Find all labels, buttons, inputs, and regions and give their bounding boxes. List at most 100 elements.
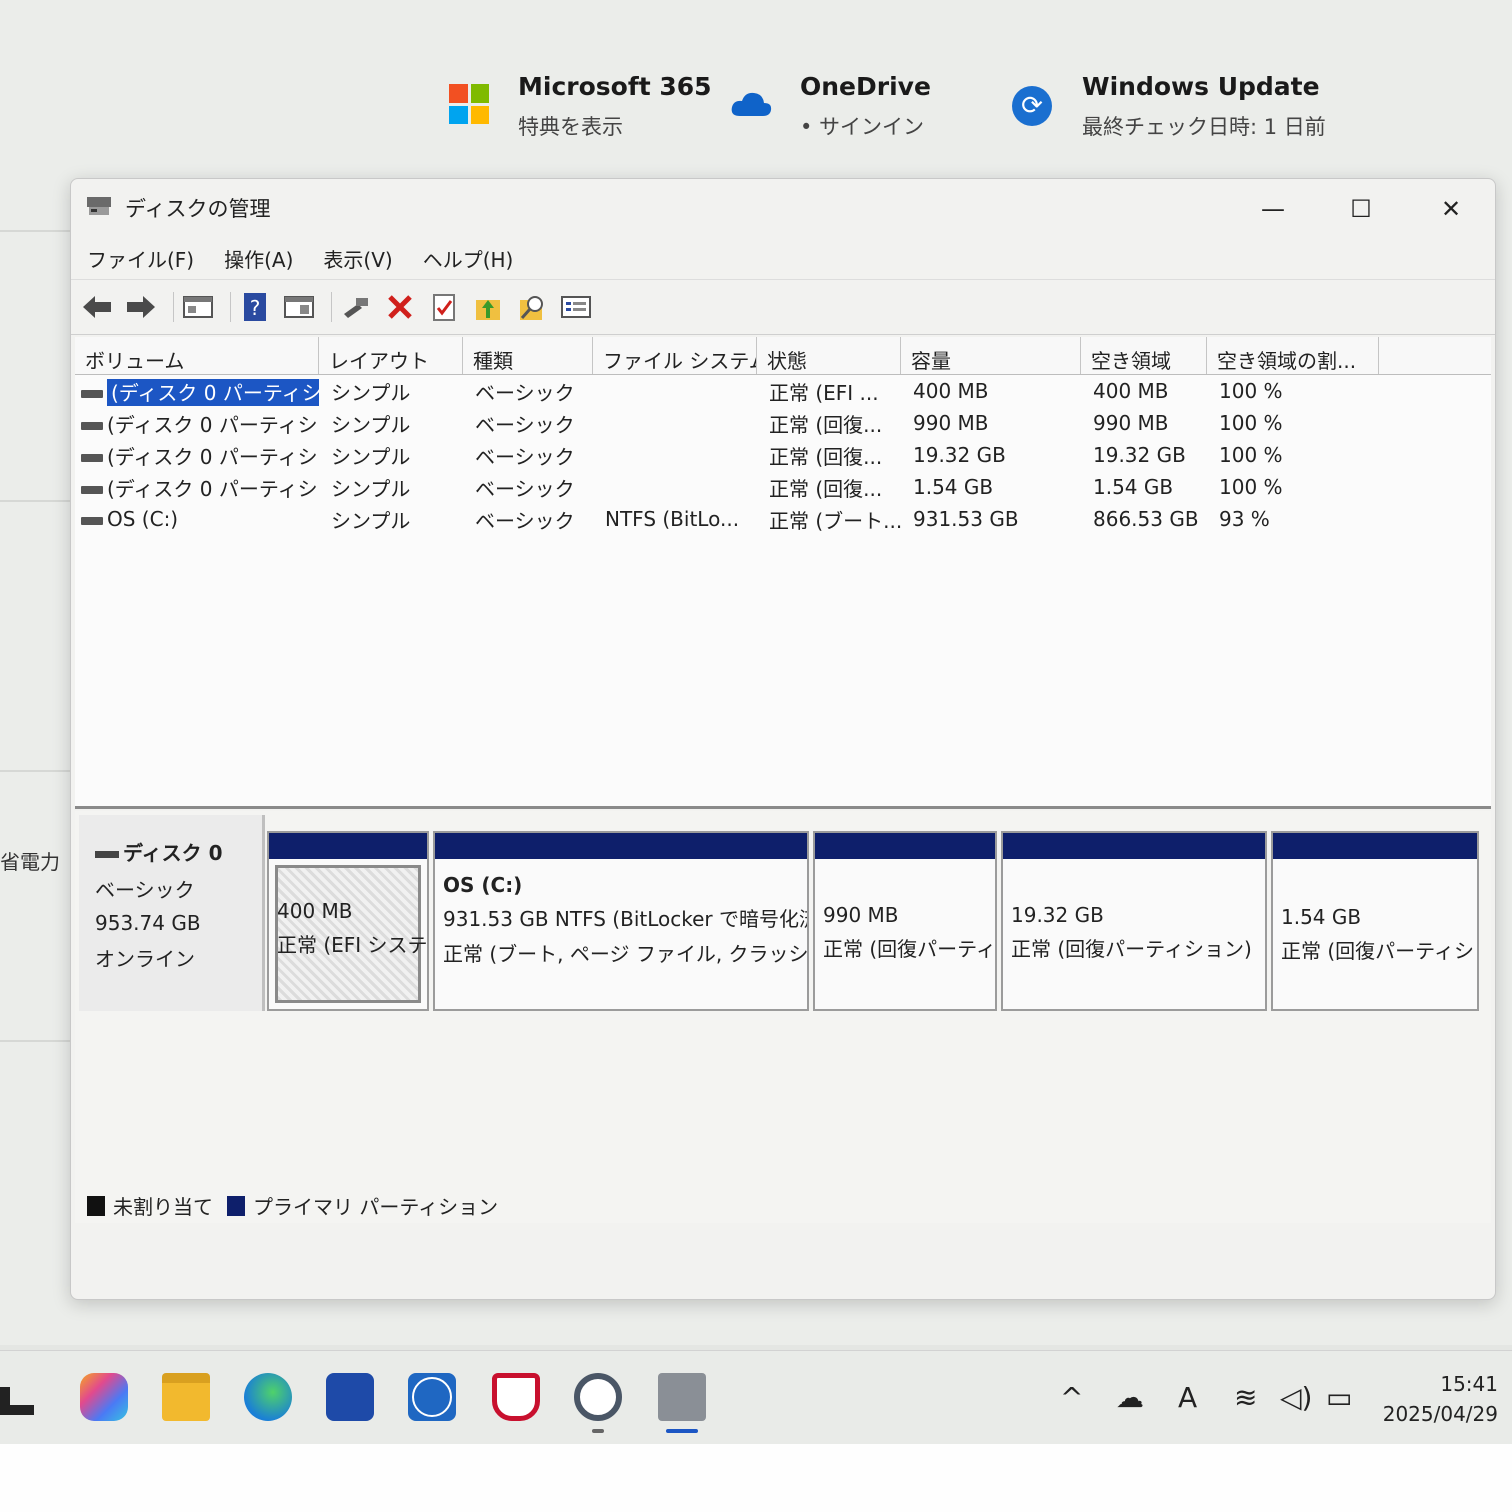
ime-mode-icon[interactable]: A bbox=[1178, 1381, 1197, 1414]
disk-0-label[interactable]: ディスク 0 ベーシック 953.74 GB オンライン bbox=[79, 815, 265, 1011]
mcafee-icon[interactable] bbox=[492, 1373, 540, 1421]
menu-help[interactable]: ヘルプ(H) bbox=[423, 244, 514, 273]
power-saving-label: 省電力 bbox=[0, 850, 60, 874]
properties-icon[interactable] bbox=[281, 289, 317, 325]
promo-title: OneDrive bbox=[800, 72, 931, 101]
partition-bar bbox=[1003, 833, 1265, 859]
volume-row[interactable]: OS (C:) シンプル ベーシック NTFS (BitLo... 正常 (ブー… bbox=[75, 503, 1491, 535]
partition-text: 990 MB 正常 (回復パーティ bbox=[815, 859, 995, 962]
promo-title: Windows Update bbox=[1082, 72, 1320, 101]
column-capacity[interactable]: 容量 bbox=[901, 337, 1081, 374]
maximize-button[interactable]: ☐ bbox=[1341, 189, 1381, 229]
microsoft-store-icon[interactable] bbox=[326, 1373, 374, 1421]
menu-action[interactable]: 操作(A) bbox=[224, 244, 293, 273]
volume-layout: シンプル bbox=[331, 508, 411, 533]
legend-primary-swatch bbox=[227, 1195, 245, 1216]
windows-update-promo[interactable]: Windows Update 最終チェック日時: 1 日前 bbox=[1082, 72, 1326, 141]
volume-name-cell: (ディスク 0 パーティショ... bbox=[75, 409, 319, 438]
copilot-icon[interactable] bbox=[80, 1373, 128, 1421]
connect-icon[interactable] bbox=[338, 289, 374, 325]
disk-management-taskbar-icon[interactable] bbox=[658, 1373, 706, 1421]
disk-size: 953.74 GB bbox=[95, 911, 201, 935]
close-button[interactable]: ✕ bbox=[1431, 189, 1471, 229]
volume-list-header: ボリューム レイアウト 種類 ファイル システム 状態 容量 空き領域 空き領域… bbox=[75, 337, 1491, 375]
settings-gear-icon[interactable] bbox=[574, 1373, 622, 1421]
taskbar-partial-icon[interactable] bbox=[0, 1387, 34, 1415]
clock-time: 15:41 bbox=[1440, 1372, 1498, 1396]
window-title: ディスクの管理 bbox=[125, 197, 271, 221]
folder-up-icon[interactable] bbox=[470, 289, 506, 325]
promo-sub: • サインイン bbox=[800, 115, 925, 139]
clock[interactable]: 15:41 2025/04/29 bbox=[1383, 1369, 1498, 1429]
volume-free: 990 MB bbox=[1093, 411, 1169, 435]
partition-recovery-1[interactable]: 990 MB 正常 (回復パーティ bbox=[813, 831, 997, 1011]
volume-free: 19.32 GB bbox=[1093, 443, 1186, 467]
partition-recovery-2[interactable]: 19.32 GB 正常 (回復パーティション) bbox=[1001, 831, 1267, 1011]
volume-row[interactable]: (ディスク 0 パーティショ... シンプル ベーシック 正常 (回復... 1… bbox=[75, 471, 1491, 503]
details-icon[interactable] bbox=[558, 289, 594, 325]
column-type[interactable]: 種類 bbox=[463, 337, 593, 374]
column-free-percent[interactable]: 空き領域の割... bbox=[1207, 337, 1379, 374]
volume-icon[interactable]: ◁) bbox=[1280, 1381, 1312, 1414]
volume-list[interactable]: ボリューム レイアウト 種類 ファイル システム 状態 容量 空き領域 空き領域… bbox=[75, 337, 1491, 809]
minimize-button[interactable]: — bbox=[1253, 189, 1293, 229]
forward-arrow-icon[interactable] bbox=[123, 289, 159, 325]
partition-size: 931.53 GB NTFS (BitLocker で暗号化済 bbox=[443, 907, 807, 931]
volume-row[interactable]: (ディスク 0 パーティショ... シンプル ベーシック 正常 (EFI ...… bbox=[75, 375, 1491, 407]
legend-unallocated-swatch bbox=[87, 1195, 105, 1216]
title-bar[interactable]: ディスクの管理 — ☐ ✕ bbox=[71, 179, 1495, 237]
volume-status: 正常 (回復... bbox=[769, 412, 883, 437]
toolbar-separator bbox=[331, 292, 332, 322]
partition-os-c[interactable]: OS (C:) 931.53 GB NTFS (BitLocker で暗号化済 … bbox=[433, 831, 809, 1011]
back-arrow-icon[interactable] bbox=[79, 289, 115, 325]
partition-text: OS (C:) 931.53 GB NTFS (BitLocker で暗号化済 … bbox=[435, 859, 807, 967]
disk-graphical-view: ディスク 0 ベーシック 953.74 GB オンライン 400 MB 正常 (… bbox=[75, 811, 1491, 1223]
volume-capacity: 400 MB bbox=[913, 379, 989, 403]
column-layout[interactable]: レイアウト bbox=[319, 337, 463, 374]
menu-view[interactable]: 表示(V) bbox=[323, 244, 392, 273]
partition-efi[interactable]: 400 MB 正常 (EFI システ bbox=[267, 831, 429, 1011]
volume-drive-icon bbox=[81, 454, 103, 462]
partition-size: 400 MB bbox=[277, 899, 353, 923]
volume-free: 1.54 GB bbox=[1093, 475, 1174, 499]
wifi-icon[interactable]: ≋ bbox=[1234, 1381, 1257, 1414]
volume-drive-icon bbox=[81, 390, 103, 398]
partition-recovery-3[interactable]: 1.54 GB 正常 (回復パーティシ bbox=[1271, 831, 1479, 1011]
volume-drive-icon bbox=[81, 422, 103, 430]
battery-icon[interactable]: ▭ bbox=[1326, 1381, 1352, 1414]
delete-icon[interactable] bbox=[382, 289, 418, 325]
volume-free-percent: 100 % bbox=[1219, 411, 1283, 435]
partition-status: 正常 (回復パーティション) bbox=[1011, 937, 1252, 961]
microsoft365-promo[interactable]: Microsoft 365 特典を表示 bbox=[518, 72, 712, 141]
volume-status: 正常 (EFI ... bbox=[769, 380, 879, 405]
column-free-space[interactable]: 空き領域 bbox=[1081, 337, 1207, 374]
volume-capacity: 931.53 GB bbox=[913, 507, 1019, 531]
disk-state: オンライン bbox=[95, 947, 195, 971]
tray-chevron-icon[interactable]: ^ bbox=[1060, 1381, 1083, 1414]
promo-sub: 特典を表示 bbox=[518, 115, 623, 139]
menu-file[interactable]: ファイル(F) bbox=[87, 244, 194, 273]
volume-layout: シンプル bbox=[331, 476, 411, 501]
help-icon[interactable]: ? bbox=[237, 289, 273, 325]
search-icon[interactable] bbox=[514, 289, 550, 325]
onedrive-offline-icon[interactable]: ☁ bbox=[1116, 1381, 1144, 1414]
onedrive-promo[interactable]: OneDrive • サインイン bbox=[800, 72, 931, 141]
volume-name-cell: (ディスク 0 パーティショ... bbox=[75, 441, 319, 470]
edge-browser-icon[interactable] bbox=[244, 1373, 292, 1421]
volume-row[interactable]: (ディスク 0 パーティショ... シンプル ベーシック 正常 (回復... 1… bbox=[75, 439, 1491, 471]
file-explorer-icon[interactable] bbox=[162, 1373, 210, 1421]
disk-list-icon[interactable] bbox=[180, 289, 216, 325]
volume-free: 400 MB bbox=[1093, 379, 1169, 403]
column-filesystem[interactable]: ファイル システム bbox=[593, 337, 757, 374]
volume-free-percent: 100 % bbox=[1219, 475, 1283, 499]
volume-layout: シンプル bbox=[331, 412, 411, 437]
volume-free-percent: 100 % bbox=[1219, 379, 1283, 403]
volume-row[interactable]: (ディスク 0 パーティショ... シンプル ベーシック 正常 (回復... 9… bbox=[75, 407, 1491, 439]
volume-type: ベーシック bbox=[475, 508, 575, 533]
check-icon[interactable] bbox=[426, 289, 462, 325]
column-status[interactable]: 状態 bbox=[757, 337, 901, 374]
dell-icon[interactable] bbox=[408, 1373, 456, 1421]
volume-capacity: 19.32 GB bbox=[913, 443, 1006, 467]
volume-capacity: 990 MB bbox=[913, 411, 989, 435]
column-volume[interactable]: ボリューム bbox=[75, 337, 319, 374]
